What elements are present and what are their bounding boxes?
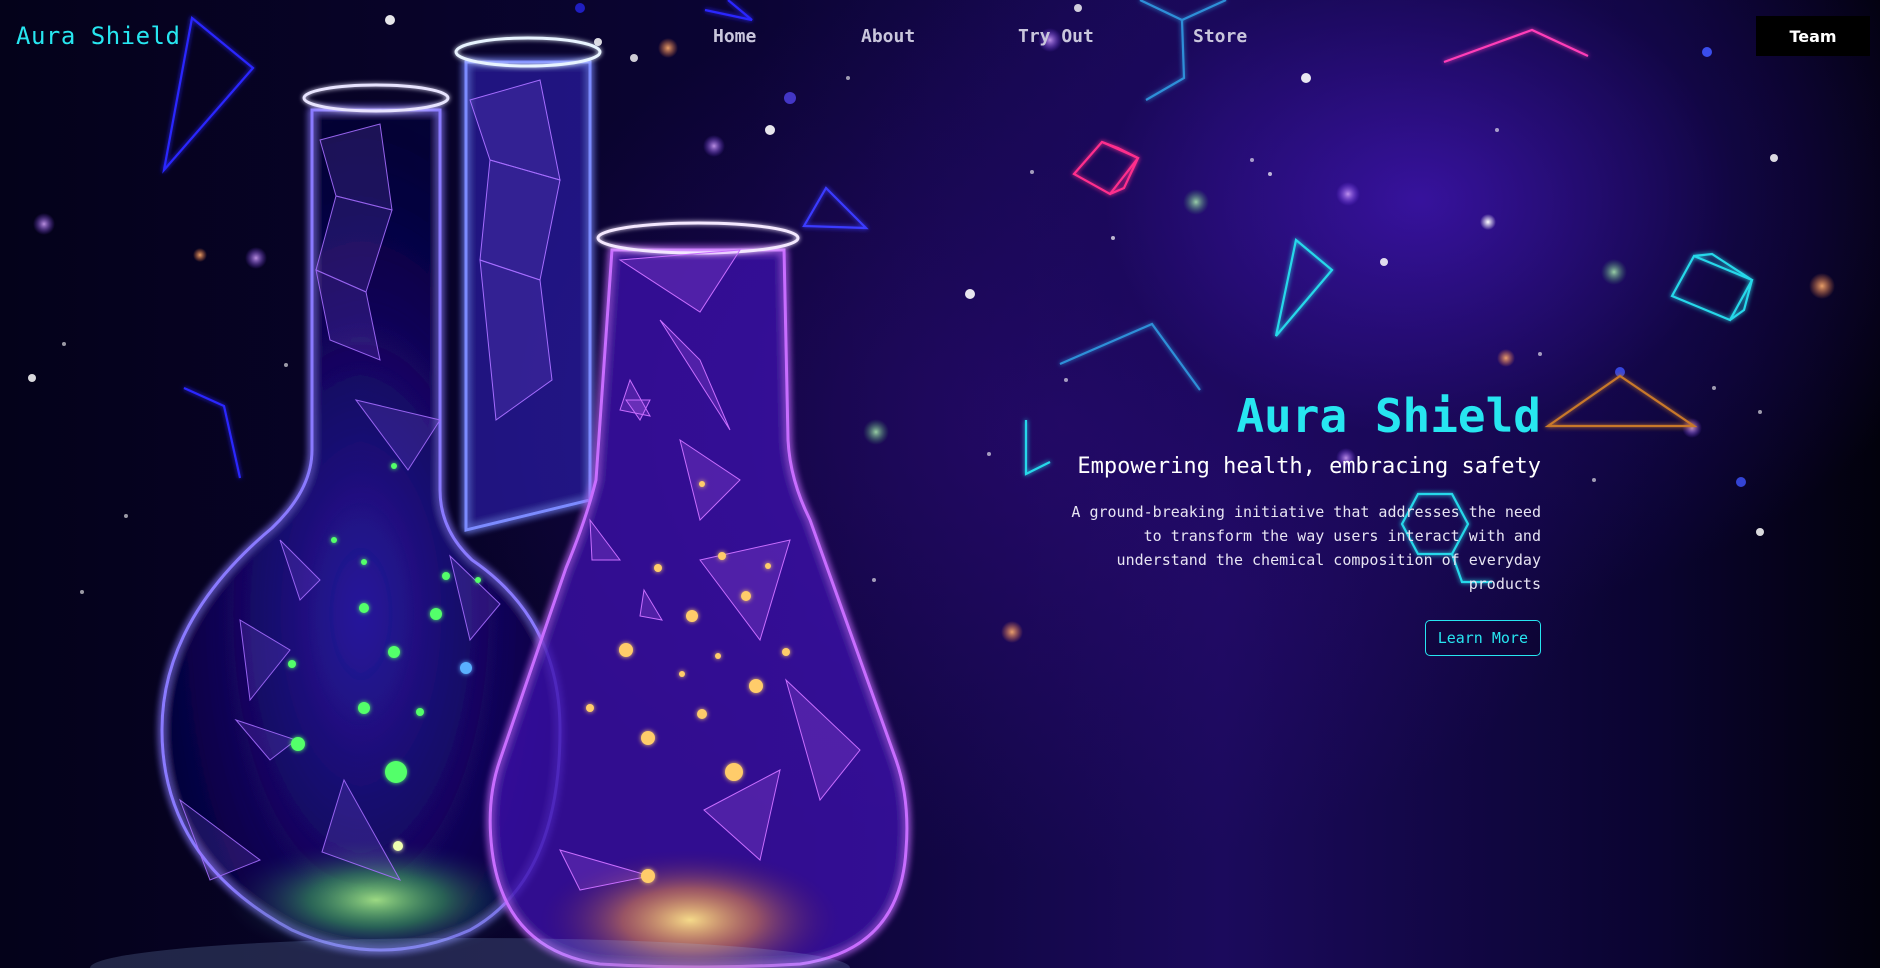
triangle-icon xyxy=(802,186,869,230)
hero-section: Aura Shield Empowering health, embracing… xyxy=(981,388,1541,656)
triangle-icon xyxy=(183,386,242,479)
hero-title: Aura Shield xyxy=(1236,389,1541,443)
flask-icon xyxy=(454,36,602,532)
hero-illustration xyxy=(28,0,1835,968)
cube-icon xyxy=(1072,140,1140,196)
triangle-icon xyxy=(1274,237,1334,337)
nav-link-try-out[interactable]: Try Out xyxy=(1018,26,1094,47)
brand-logo[interactable]: Aura Shield xyxy=(16,22,180,50)
nav-link-about[interactable]: About xyxy=(861,26,915,47)
nav-link-home[interactable]: Home xyxy=(713,26,756,47)
hero-description: A ground-breaking initiative that addres… xyxy=(1071,503,1541,593)
team-button[interactable]: Team xyxy=(1756,16,1870,56)
nav-link-store[interactable]: Store xyxy=(1193,26,1247,47)
learn-more-button[interactable]: Learn More xyxy=(1424,620,1541,656)
triangle-icon xyxy=(1544,374,1698,428)
cube-icon xyxy=(1670,252,1754,322)
hero-subtitle: Empowering health, embracing safety xyxy=(1077,454,1541,479)
